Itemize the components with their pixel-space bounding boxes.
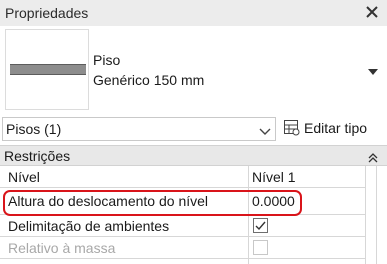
instance-filter-value: Pisos (1) [6,121,62,137]
category-header-constraints[interactable]: Restrições [0,145,387,166]
palette-title-bar[interactable]: Propriedades [0,0,387,27]
property-name: Nível [8,169,40,185]
property-row[interactable]: Delimitação de ambientes [0,215,387,237]
floor-slab-preview [10,64,86,75]
edit-type-label: Editar tipo [304,120,368,136]
property-name: Delimitação de ambientes [8,218,170,234]
property-value[interactable]: Nível 1 [252,169,296,185]
chevron-down-icon[interactable] [259,124,271,142]
type-selector-dropdown-icon[interactable] [367,64,379,82]
palette-title: Propriedades [5,5,89,21]
property-row: Relativo à massa [0,237,387,259]
highlight-annotation [3,190,302,216]
type-name: Genérico 150 mm [93,72,205,88]
close-icon[interactable] [363,3,381,21]
property-row[interactable]: Nível Nível 1 [0,166,387,188]
property-name: Relativo à massa [8,240,116,256]
instance-filter-dropdown[interactable]: Pisos (1) [2,117,276,141]
property-grid-scroll-gutter[interactable] [365,166,387,264]
type-family-name: Piso [93,52,121,68]
edit-type-button[interactable]: Editar tipo [282,117,382,141]
floor-type-thumbnail [5,29,89,110]
property-checkbox-disabled [253,240,268,255]
property-checkbox-checked[interactable] [253,218,268,233]
gutter-divider [376,166,377,264]
category-label: Restrições [4,148,71,164]
edit-type-icon [283,119,301,142]
properties-palette: Propriedades Piso Genérico 150 mm Pisos … [0,0,387,264]
